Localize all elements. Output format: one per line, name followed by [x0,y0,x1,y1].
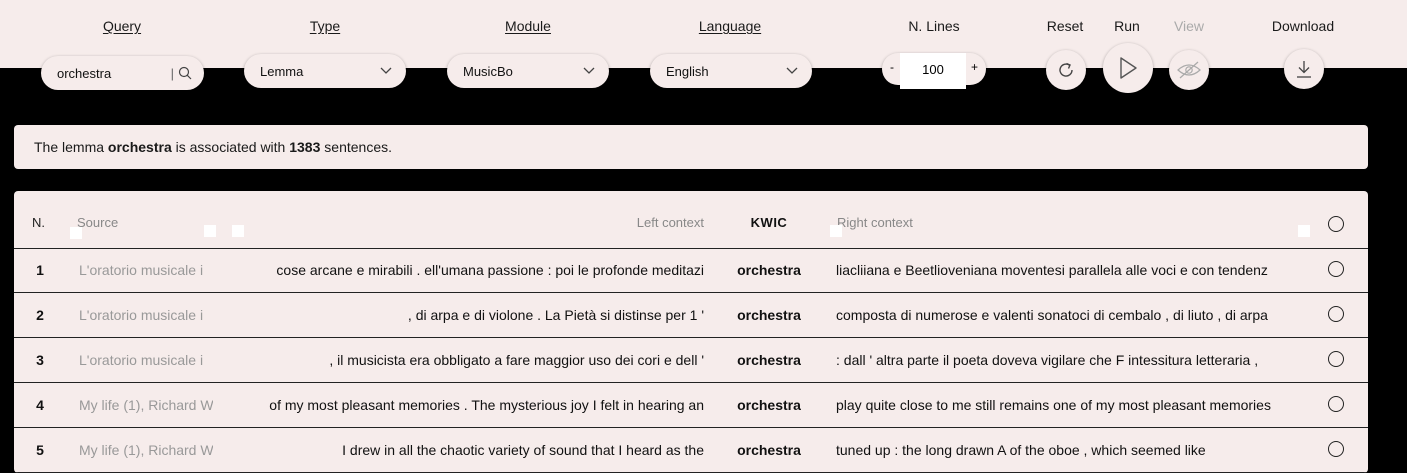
header-right-context[interactable]: Right context [837,215,913,230]
summary-lemma: orchestra [107,139,172,155]
nlines-stepper: - 100 + [882,53,986,89]
chevron-down-icon [380,67,392,74]
module-select[interactable]: MusicBo [447,54,609,88]
type-label: Type [309,18,341,34]
view-button[interactable] [1169,50,1209,90]
row-right-context: play quite close to me still remains one… [836,397,1271,413]
row-number: 2 [36,307,44,323]
eye-off-icon [1177,61,1201,79]
row-select-radio[interactable] [1328,441,1344,457]
row-source: My life (1), Richard W [79,397,213,413]
table-row[interactable]: 2 L'oratorio musicale i , di arpa e di v… [14,293,1368,338]
select-all-radio[interactable] [1328,216,1344,232]
column-resize-handle[interactable] [70,227,82,239]
nlines-label: N. Lines [908,18,960,34]
download-icon [1297,61,1311,78]
search-icon[interactable] [178,66,192,80]
row-number: 5 [36,442,44,458]
row-select-radio[interactable] [1328,261,1344,277]
module-label: Module [505,18,551,34]
row-source: L'oratorio musicale i [79,352,204,368]
row-left-context: , di arpa e di violone . La Pietà si dis… [407,307,704,323]
row-kwic: orchestra [737,352,801,368]
chevron-down-icon [583,67,595,74]
nlines-input[interactable]: 100 [900,53,966,89]
play-icon [1120,57,1137,79]
download-label: Download [1271,18,1335,34]
table-row[interactable]: 5 My life (1), Richard W I drew in all t… [14,428,1368,473]
query-input[interactable]: orchestra | [41,56,204,90]
summary-suffix: sentences. [324,139,392,155]
row-left-context: cose arcane e mirabili . ell'umana passi… [276,262,704,278]
header-left-context[interactable]: Left context [574,215,704,230]
header-source[interactable]: Source [77,215,118,230]
type-select-value: Lemma [260,63,304,79]
summary-prefix: The lemma [34,139,105,155]
nlines-increment-button[interactable]: + [971,60,978,74]
row-right-context: : dall ' altra parte il poeta doveva vig… [836,352,1259,368]
view-label: View [1173,18,1205,34]
row-number: 4 [36,397,44,413]
column-resize-handle[interactable] [1298,225,1310,237]
row-left-context: of my most pleasant memories . The myste… [269,397,704,413]
run-button[interactable] [1103,43,1153,93]
query-input-value: orchestra [57,65,112,81]
language-select[interactable]: English [650,54,812,88]
language-select-value: English [666,63,709,79]
language-label: Language [698,18,762,34]
module-select-value: MusicBo [463,63,513,79]
summary-count: 1383 [289,139,321,155]
row-select-radio[interactable] [1328,351,1344,367]
row-left-context: , il musicista era obbligato a fare magg… [329,352,704,368]
row-source: L'oratorio musicale i [79,262,204,278]
row-number: 1 [36,262,44,278]
refresh-icon [1059,62,1073,77]
row-kwic: orchestra [737,262,801,278]
table-row[interactable]: 4 My life (1), Richard W of my most plea… [14,383,1368,428]
reset-button[interactable] [1046,50,1086,90]
column-resize-handle[interactable] [232,225,244,237]
column-resize-handle[interactable] [830,225,842,237]
summary-middle: is associated with [175,139,286,155]
input-caret: | [170,65,174,81]
row-left-context: I drew in all the chaotic variety of sou… [342,442,704,458]
row-right-context: tuned up : the long drawn A of the oboe … [836,442,1206,458]
table-row[interactable]: 3 L'oratorio musicale i , il musicista e… [14,338,1368,383]
row-right-context: composta di numerose e valenti sonatoci … [836,307,1268,323]
row-number: 3 [36,352,44,368]
row-kwic: orchestra [737,307,801,323]
row-right-context: liacliiana e Beetlioveniana moventesi pa… [836,262,1268,278]
row-select-radio[interactable] [1328,306,1344,322]
reset-label: Reset [1046,18,1084,34]
results-summary: The lemma orchestra is associated with 1… [14,125,1368,169]
table-row[interactable]: 1 L'oratorio musicale i cose arcane e mi… [14,248,1368,293]
kwic-table: N. Source Left context KWIC Right contex… [14,191,1368,473]
header-kwic[interactable]: KWIC [714,215,824,230]
row-select-radio[interactable] [1328,396,1344,412]
header-number: N. [32,215,45,230]
query-label: Query [102,18,142,34]
chevron-down-icon [786,67,798,74]
row-kwic: orchestra [737,442,801,458]
column-resize-handle[interactable] [204,225,216,237]
run-label: Run [1114,18,1140,34]
row-source: My life (1), Richard W [79,442,213,458]
type-select[interactable]: Lemma [244,54,406,88]
nlines-decrement-button[interactable]: - [890,60,894,74]
table-header: N. Source Left context KWIC Right contex… [14,191,1368,249]
row-source: L'oratorio musicale i [79,307,204,323]
summary-text: The lemma orchestra is associated with 1… [34,139,392,155]
download-button[interactable] [1284,49,1324,89]
row-kwic: orchestra [737,397,801,413]
